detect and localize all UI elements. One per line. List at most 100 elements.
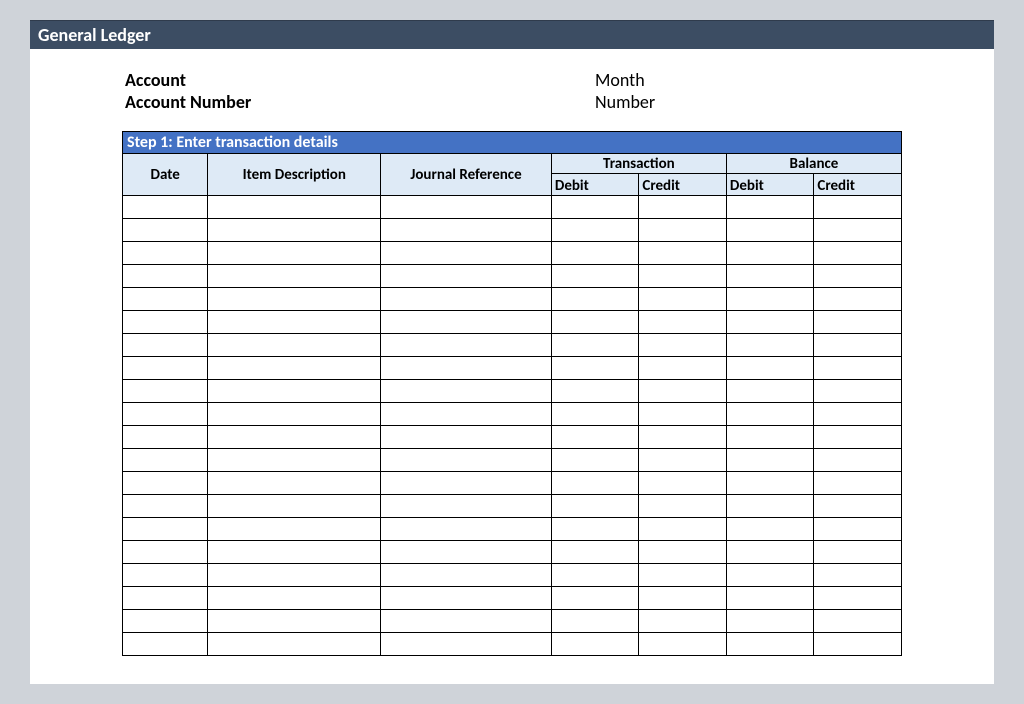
cell-txc[interactable] (639, 564, 727, 587)
cell-date[interactable] (123, 380, 208, 403)
cell-bac[interactable] (814, 357, 902, 380)
cell-bac[interactable] (814, 403, 902, 426)
cell-txc[interactable] (639, 311, 727, 334)
cell-bad[interactable] (726, 564, 814, 587)
cell-date[interactable] (123, 196, 208, 219)
table-row[interactable] (123, 633, 902, 656)
table-row[interactable] (123, 334, 902, 357)
cell-txc[interactable] (639, 403, 727, 426)
table-row[interactable] (123, 518, 902, 541)
cell-jref[interactable] (381, 403, 552, 426)
cell-txc[interactable] (639, 334, 727, 357)
cell-date[interactable] (123, 633, 208, 656)
cell-jref[interactable] (381, 472, 552, 495)
cell-txd[interactable] (551, 633, 639, 656)
cell-txc[interactable] (639, 380, 727, 403)
cell-date[interactable] (123, 426, 208, 449)
cell-jref[interactable] (381, 334, 552, 357)
cell-jref[interactable] (381, 495, 552, 518)
cell-bac[interactable] (814, 334, 902, 357)
cell-item[interactable] (208, 242, 381, 265)
cell-jref[interactable] (381, 610, 552, 633)
cell-txd[interactable] (551, 380, 639, 403)
cell-date[interactable] (123, 311, 208, 334)
cell-jref[interactable] (381, 265, 552, 288)
cell-txd[interactable] (551, 587, 639, 610)
cell-txc[interactable] (639, 610, 727, 633)
cell-date[interactable] (123, 265, 208, 288)
table-row[interactable] (123, 449, 902, 472)
cell-jref[interactable] (381, 564, 552, 587)
cell-jref[interactable] (381, 449, 552, 472)
cell-bad[interactable] (726, 288, 814, 311)
cell-jref[interactable] (381, 380, 552, 403)
cell-item[interactable] (208, 426, 381, 449)
cell-txc[interactable] (639, 426, 727, 449)
cell-bad[interactable] (726, 518, 814, 541)
cell-bad[interactable] (726, 357, 814, 380)
cell-txd[interactable] (551, 265, 639, 288)
cell-item[interactable] (208, 633, 381, 656)
cell-item[interactable] (208, 472, 381, 495)
cell-bad[interactable] (726, 403, 814, 426)
cell-jref[interactable] (381, 288, 552, 311)
cell-txc[interactable] (639, 219, 727, 242)
cell-item[interactable] (208, 564, 381, 587)
cell-txd[interactable] (551, 472, 639, 495)
table-row[interactable] (123, 610, 902, 633)
cell-bac[interactable] (814, 449, 902, 472)
cell-txc[interactable] (639, 495, 727, 518)
cell-txc[interactable] (639, 449, 727, 472)
cell-item[interactable] (208, 334, 381, 357)
cell-bad[interactable] (726, 449, 814, 472)
table-row[interactable] (123, 426, 902, 449)
table-row[interactable] (123, 219, 902, 242)
cell-bad[interactable] (726, 242, 814, 265)
cell-item[interactable] (208, 288, 381, 311)
cell-date[interactable] (123, 357, 208, 380)
table-row[interactable] (123, 403, 902, 426)
cell-txc[interactable] (639, 288, 727, 311)
cell-txc[interactable] (639, 196, 727, 219)
cell-bad[interactable] (726, 610, 814, 633)
cell-bac[interactable] (814, 380, 902, 403)
cell-txc[interactable] (639, 518, 727, 541)
cell-jref[interactable] (381, 196, 552, 219)
cell-date[interactable] (123, 288, 208, 311)
cell-bad[interactable] (726, 495, 814, 518)
cell-txd[interactable] (551, 610, 639, 633)
cell-item[interactable] (208, 495, 381, 518)
cell-bac[interactable] (814, 541, 902, 564)
cell-bad[interactable] (726, 196, 814, 219)
cell-bad[interactable] (726, 265, 814, 288)
cell-date[interactable] (123, 334, 208, 357)
cell-bad[interactable] (726, 587, 814, 610)
cell-bac[interactable] (814, 426, 902, 449)
cell-jref[interactable] (381, 219, 552, 242)
cell-bad[interactable] (726, 334, 814, 357)
cell-date[interactable] (123, 610, 208, 633)
cell-txc[interactable] (639, 541, 727, 564)
cell-txc[interactable] (639, 265, 727, 288)
cell-date[interactable] (123, 587, 208, 610)
cell-item[interactable] (208, 403, 381, 426)
cell-jref[interactable] (381, 541, 552, 564)
table-row[interactable] (123, 265, 902, 288)
cell-item[interactable] (208, 518, 381, 541)
cell-txd[interactable] (551, 311, 639, 334)
table-row[interactable] (123, 472, 902, 495)
cell-date[interactable] (123, 518, 208, 541)
table-row[interactable] (123, 587, 902, 610)
cell-txd[interactable] (551, 449, 639, 472)
cell-jref[interactable] (381, 311, 552, 334)
cell-txd[interactable] (551, 357, 639, 380)
cell-date[interactable] (123, 403, 208, 426)
cell-txd[interactable] (551, 403, 639, 426)
cell-bac[interactable] (814, 633, 902, 656)
cell-bac[interactable] (814, 587, 902, 610)
cell-bac[interactable] (814, 518, 902, 541)
cell-bad[interactable] (726, 472, 814, 495)
table-row[interactable] (123, 242, 902, 265)
cell-txd[interactable] (551, 564, 639, 587)
cell-item[interactable] (208, 265, 381, 288)
